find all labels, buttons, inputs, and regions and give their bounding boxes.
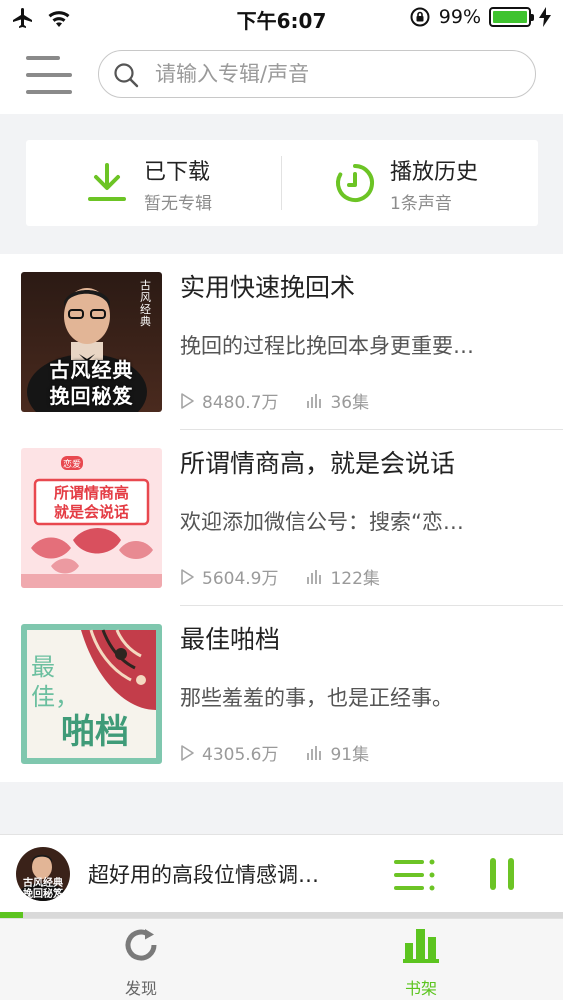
- now-playing-cover-text: 古风经典: [23, 878, 63, 889]
- album-title: 实用快速挽回术: [180, 273, 356, 302]
- album-description: 挽回的过程比挽回本身更重要…: [180, 334, 474, 358]
- episodes-icon: [307, 393, 322, 408]
- search-input[interactable]: [155, 57, 515, 91]
- album-episode-count: 36集: [330, 393, 370, 413]
- header: [0, 38, 563, 114]
- search-icon: [114, 63, 139, 88]
- album-play-count: 4305.6万: [202, 745, 279, 765]
- battery-percent: 99%: [438, 6, 481, 28]
- episodes-icon: [307, 745, 322, 760]
- play-count-icon: [181, 568, 194, 585]
- album-cover-text: 最佳，: [31, 653, 79, 711]
- history-icon: [336, 164, 375, 202]
- album-cover-text: 就是会说话: [53, 503, 129, 521]
- now-playing-cover[interactable]: 古风经典 挽回秘笈: [16, 847, 70, 901]
- mini-player[interactable]: 古风经典 挽回秘笈 超好用的高段位情感调…: [0, 834, 563, 912]
- album-meta: 8480.7万 36集: [178, 388, 369, 413]
- album-cover-text: 古风经典: [49, 358, 134, 382]
- now-playing-title[interactable]: 超好用的高段位情感调…: [88, 859, 370, 889]
- album-meta: 4305.6万 91集: [178, 740, 369, 765]
- play-count-icon: [181, 392, 194, 409]
- rotation-lock-icon: [410, 7, 430, 27]
- list-item[interactable]: 古风经典 挽回秘笈 古风经典 实用快速挽回术 挽回的过程比挽回本身更重要… 84…: [0, 254, 563, 430]
- quick-actions-card: 已下载 暂无专辑 播放历史 1条声音: [26, 140, 538, 226]
- album-cover[interactable]: 古风经典 挽回秘笈 古风经典: [21, 272, 162, 412]
- bookshelf-icon: [403, 929, 439, 963]
- album-cover-badge: 恋爱: [62, 460, 81, 470]
- download-icon: [88, 163, 126, 201]
- album-description: 欢迎添加微信公号：搜索“恋…: [180, 510, 464, 534]
- tab-bookshelf-label: 书架: [404, 979, 437, 998]
- history-subtitle: 1条声音: [390, 194, 452, 214]
- tab-bookshelf[interactable]: 书架: [376, 925, 466, 999]
- tab-discover-label: 发现: [124, 979, 157, 998]
- tab-discover[interactable]: 发现: [96, 925, 186, 999]
- refresh-icon: [125, 929, 157, 961]
- album-play-count: 5604.9万: [202, 569, 279, 589]
- album-description: 那些羞羞的事，也是正经事。: [180, 686, 453, 710]
- album-episode-count: 122集: [330, 569, 380, 589]
- list-item[interactable]: 恋爱 所谓情商高 就是会说话 所谓情商高，就是会说话 欢迎添加微信公号：搜索“恋…: [0, 430, 563, 606]
- status-bar: 下午6:07 99%: [0, 0, 563, 38]
- downloaded-title: 已下载: [144, 160, 211, 185]
- battery-icon: [489, 7, 534, 27]
- album-title: 最佳啪档: [180, 625, 281, 654]
- status-right: 99%: [409, 6, 551, 28]
- album-play-count: 8480.7万: [202, 393, 279, 413]
- album-cover-text: 啪档: [61, 712, 129, 752]
- album-episode-count: 91集: [330, 745, 370, 765]
- downloaded-button[interactable]: 已下载 暂无专辑: [26, 140, 282, 226]
- album-cover-text: 所谓情商高: [53, 484, 129, 502]
- play-history-button[interactable]: 播放历史 1条声音: [282, 140, 538, 226]
- album-cover-text: 挽回秘笈: [49, 384, 134, 408]
- playlist-icon[interactable]: [394, 859, 436, 891]
- album-cover[interactable]: 恋爱 所谓情商高 就是会说话: [21, 448, 162, 588]
- episodes-icon: [307, 569, 322, 584]
- now-playing-cover-text: 挽回秘笈: [23, 889, 63, 900]
- pause-icon[interactable]: [488, 857, 516, 891]
- play-count-icon: [181, 744, 194, 761]
- search-bar[interactable]: [98, 50, 536, 98]
- downloaded-subtitle: 暂无专辑: [144, 194, 212, 214]
- album-list: 古风经典 挽回秘笈 古风经典 实用快速挽回术 挽回的过程比挽回本身更重要… 84…: [0, 254, 563, 782]
- album-meta: 5604.9万 122集: [178, 564, 380, 589]
- album-title: 所谓情商高，就是会说话: [180, 449, 456, 478]
- tab-bar: 发现 书架: [0, 918, 563, 1000]
- history-title: 播放历史: [390, 160, 479, 185]
- album-cover[interactable]: 最佳， 啪档: [21, 624, 162, 764]
- charging-icon: [539, 7, 551, 27]
- menu-button[interactable]: [26, 54, 72, 96]
- album-cover-side-text: 古风经典: [140, 279, 151, 328]
- list-item[interactable]: 最佳， 啪档 最佳啪档 那些羞羞的事，也是正经事。 4305.6万 91集: [0, 606, 563, 782]
